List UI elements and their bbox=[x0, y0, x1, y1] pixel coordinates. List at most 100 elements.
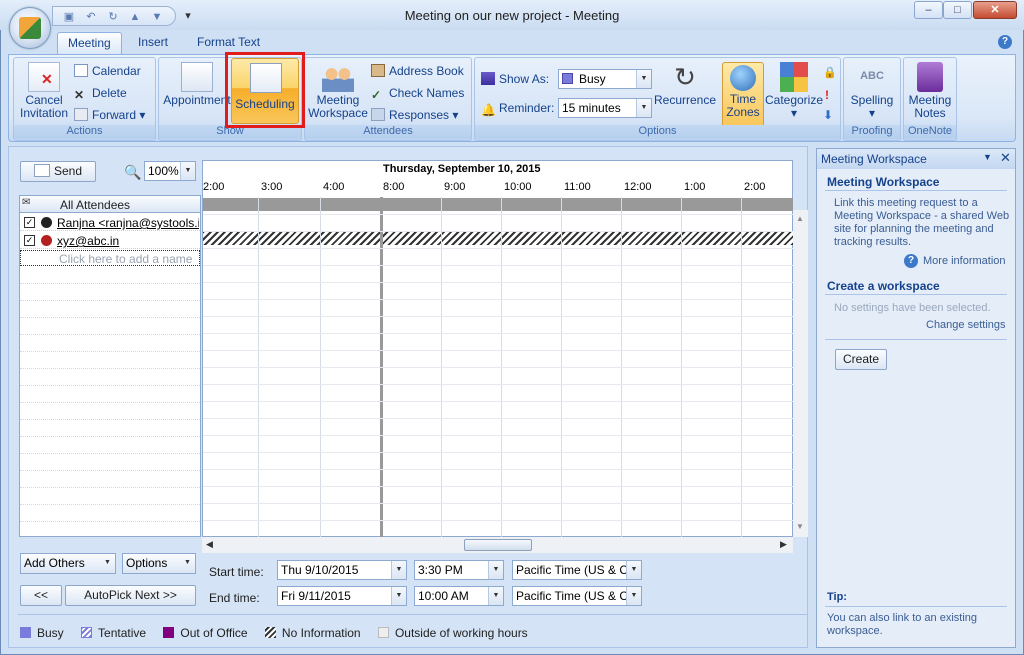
legend-no-information: No Information bbox=[281, 626, 361, 640]
busy-swatch-icon bbox=[562, 73, 573, 84]
responses-button[interactable]: Responses ▾ bbox=[371, 108, 458, 122]
change-settings-link[interactable]: Change settings bbox=[926, 319, 1006, 332]
attendee-name[interactable]: xyz@abc.in bbox=[57, 234, 119, 248]
onenote-icon bbox=[917, 62, 943, 92]
chevron-down-icon: ▼ bbox=[488, 561, 503, 579]
private-lock-icon[interactable]: 🔒 bbox=[823, 66, 837, 79]
all-attendees-label: All Attendees bbox=[60, 198, 131, 212]
appointment-button[interactable]: Appointment bbox=[161, 62, 233, 107]
calendar-button[interactable]: Calendar bbox=[74, 64, 141, 78]
empty-row bbox=[20, 369, 200, 386]
grid-row-line bbox=[203, 520, 793, 521]
time-label: 2:00 bbox=[744, 181, 766, 193]
spelling-icon: ABC bbox=[860, 70, 884, 82]
start-timezone-field[interactable]: Pacific Time (US & Ca ▼ bbox=[512, 560, 642, 580]
grid-row-line bbox=[203, 333, 793, 334]
save-icon[interactable]: ▣ bbox=[61, 10, 77, 24]
tab-meeting[interactable]: Meeting bbox=[57, 32, 122, 54]
tab-format-text[interactable]: Format Text bbox=[187, 32, 270, 54]
start-date-field[interactable]: Thu 9/10/2015 ▼ bbox=[277, 560, 407, 580]
meeting-workspace-button[interactable]: Meeting Workspace bbox=[307, 62, 369, 120]
autopick-next-button[interactable]: AutoPick Next >> bbox=[65, 585, 196, 606]
table-row[interactable]: ✓ Ranjna <ranjna@systools.in> bbox=[20, 214, 200, 231]
help-icon: ? bbox=[904, 254, 918, 268]
undo-icon[interactable]: ↶ bbox=[83, 10, 99, 24]
scroll-down-icon[interactable]: ▼ bbox=[796, 522, 804, 531]
options-button[interactable]: Options ▼ bbox=[122, 553, 196, 574]
send-icon bbox=[33, 164, 50, 177]
show-as-label: Show As: bbox=[481, 72, 549, 86]
attendee-checkbox[interactable]: ✓ bbox=[24, 217, 35, 228]
create-button[interactable]: Create bbox=[835, 349, 887, 370]
minimize-button[interactable]: – bbox=[914, 1, 943, 19]
add-name-placeholder[interactable]: Click here to add a name bbox=[59, 252, 192, 266]
scroll-left-icon[interactable]: ◀ bbox=[206, 539, 213, 550]
end-time-field[interactable]: 10:00 AM ▼ bbox=[414, 586, 504, 606]
zoom-dropdown[interactable]: 100% ▼ bbox=[144, 161, 196, 181]
attendee-checkbox[interactable]: ✓ bbox=[24, 235, 35, 246]
empty-row bbox=[20, 284, 200, 301]
scroll-right-icon[interactable]: ▶ bbox=[780, 539, 787, 550]
pane-menu-icon[interactable]: ▼ bbox=[983, 152, 992, 162]
grid-row-line bbox=[203, 469, 793, 470]
address-book-button[interactable]: Address Book bbox=[371, 64, 464, 78]
group-options: Show As: Busy ▼ 🔔 Reminder: 15 minutes ▼ ↻ … bbox=[474, 57, 841, 141]
maximize-button[interactable]: □ bbox=[943, 1, 972, 19]
forward-button[interactable]: Forward ▾ bbox=[74, 108, 145, 122]
attendee-name[interactable]: Ranjna <ranjna@systools.in> bbox=[57, 216, 199, 230]
categorize-button[interactable]: Categorize ▾ bbox=[764, 62, 824, 120]
chevron-down-icon: ▼ bbox=[488, 587, 503, 605]
end-timezone-field[interactable]: Pacific Time (US & Ca ▼ bbox=[512, 586, 642, 606]
previous-item-icon[interactable]: ▲ bbox=[127, 10, 143, 24]
empty-row bbox=[20, 420, 200, 437]
time-label: 4:00 bbox=[323, 181, 345, 193]
legend-out-of-office: Out of Office bbox=[180, 626, 248, 640]
grid-row-line bbox=[203, 435, 793, 436]
low-importance-icon[interactable]: ⬇ bbox=[823, 108, 833, 122]
vertical-scrollbar[interactable]: ▲ ▼ bbox=[793, 210, 808, 537]
legend-busy: Busy bbox=[37, 626, 64, 640]
quick-access-toolbar: ▣ ↶ ↻ ▲ ▼ bbox=[52, 6, 176, 26]
table-row[interactable]: ✓ xyz@abc.in bbox=[20, 232, 200, 249]
grid-row-line bbox=[203, 486, 793, 487]
autopick-previous-button[interactable]: << bbox=[20, 585, 62, 606]
time-zones-button[interactable]: Time Zones bbox=[722, 62, 764, 128]
scroll-up-icon[interactable]: ▲ bbox=[796, 214, 804, 223]
recurrence-button[interactable]: ↻ Recurrence bbox=[653, 62, 717, 107]
close-button[interactable]: ✕ bbox=[973, 1, 1017, 19]
help-icon[interactable]: ? bbox=[998, 35, 1012, 49]
legend-tentative: Tentative bbox=[98, 626, 147, 640]
delete-button[interactable]: ✕ Delete bbox=[74, 86, 127, 102]
check-names-button[interactable]: ✓ Check Names bbox=[371, 86, 464, 102]
ribbon: ✕ Cancel Invitation Calendar ✕ Delete Forw… bbox=[8, 54, 1016, 142]
delete-x-icon: ✕ bbox=[74, 88, 85, 102]
scroll-thumb[interactable] bbox=[464, 539, 532, 551]
pane-close-icon[interactable]: ✕ bbox=[1000, 150, 1011, 166]
high-importance-icon[interactable]: ! bbox=[825, 88, 829, 102]
legend-outside-hours: Outside of working hours bbox=[394, 626, 528, 640]
end-date-field[interactable]: Fri 9/11/2015 ▼ bbox=[277, 586, 407, 606]
empty-row bbox=[20, 471, 200, 488]
meeting-notes-button[interactable]: Meeting Notes bbox=[906, 62, 954, 120]
envelope-icon: ✉ bbox=[22, 197, 31, 208]
group-actions: ✕ Cancel Invitation Calendar ✕ Delete Forw… bbox=[13, 57, 156, 141]
next-item-icon[interactable]: ▼ bbox=[149, 10, 165, 24]
send-button[interactable]: Send bbox=[20, 161, 96, 182]
horizontal-scrollbar[interactable]: ◀ ▶ bbox=[202, 537, 793, 553]
customize-toolbar-icon[interactable]: ▾ bbox=[180, 9, 196, 23]
more-information-link[interactable]: More information bbox=[923, 255, 1006, 268]
start-time-field[interactable]: 3:30 PM ▼ bbox=[414, 560, 504, 580]
empty-row bbox=[20, 267, 200, 284]
show-as-dropdown[interactable]: Busy ▼ bbox=[558, 69, 652, 89]
empty-row bbox=[20, 352, 200, 369]
cancel-invitation-button[interactable]: ✕ Cancel Invitation bbox=[16, 62, 72, 120]
spelling-button[interactable]: ABC Spelling ▾ bbox=[846, 62, 898, 120]
office-logo-icon bbox=[19, 17, 41, 39]
add-name-row[interactable]: Click here to add a name bbox=[20, 250, 200, 266]
redo-icon[interactable]: ↻ bbox=[105, 10, 121, 24]
reminder-dropdown[interactable]: 15 minutes ▼ bbox=[558, 98, 652, 118]
chevron-down-icon: ▼ bbox=[626, 587, 641, 605]
add-others-button[interactable]: Add Others ▼ bbox=[20, 553, 116, 574]
highlight-box bbox=[225, 52, 305, 128]
tab-insert[interactable]: Insert bbox=[128, 32, 178, 54]
